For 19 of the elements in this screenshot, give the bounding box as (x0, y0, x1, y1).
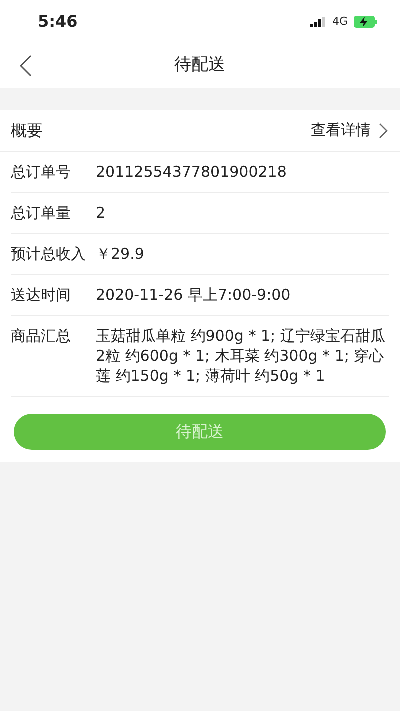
network-label: 4G (332, 14, 348, 30)
field-value: ￥29.9 (96, 244, 146, 264)
field-label: 总订单量 (11, 203, 72, 223)
field-label: 商品汇总 (11, 326, 72, 346)
signal-icon (310, 17, 326, 27)
field-label: 总订单号 (11, 162, 72, 182)
field-value: 玉菇甜瓜单粒 约900g * 1; 辽宁绿宝石甜瓜2粒 约600g * 1; 木耳菜 约300g * 1; 穿心莲 约150g * 1; 薄荷叶 约50g * 1 (96, 326, 386, 386)
status-time: 5:46 (38, 11, 78, 33)
field-label: 送达时间 (11, 285, 72, 305)
back-icon[interactable] (20, 55, 32, 77)
field-value: 2 (96, 203, 107, 223)
section-title: 概要 (11, 120, 43, 142)
battery-charging-icon (354, 16, 378, 28)
details-link[interactable]: 查看详情 (311, 119, 388, 142)
field-value: 20112554377801900218 (96, 162, 288, 182)
chevron-right-icon (379, 122, 388, 138)
field-label: 预计总收入 (11, 244, 87, 264)
field-value: 2020-11-26 早上7:00-9:00 (96, 285, 292, 305)
page-title: 待配送 (174, 54, 226, 78)
